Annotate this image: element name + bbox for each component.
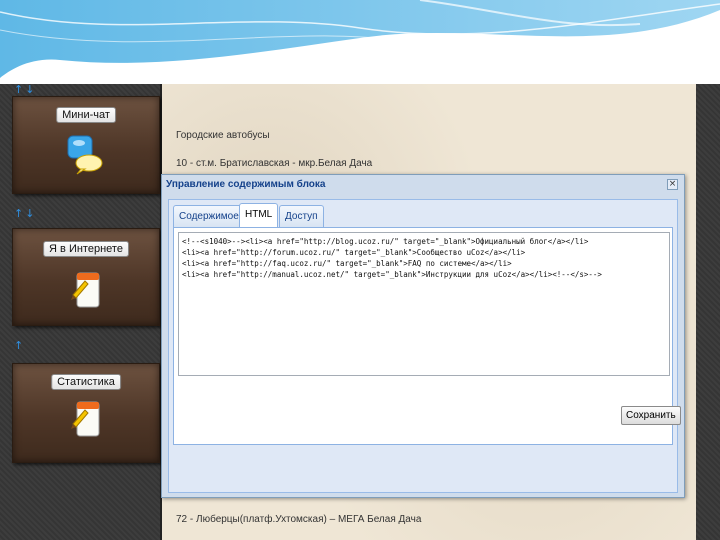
route-text: 72 - Люберцы(платф.Ухтомская) – МЕГА Бел… <box>176 514 422 525</box>
block-title: Статистика <box>51 374 121 390</box>
route-text: 10 - ст.м. Братиславская - мкр.Белая Дач… <box>176 158 373 169</box>
code-line: <li><a href="http://faq.ucoz.ru/" target… <box>182 259 512 268</box>
block-content-dialog[interactable]: Управление содержимым блока × Содержимое… <box>161 174 685 498</box>
block-title: Я в Интернете <box>43 241 129 257</box>
code-line: <li><a href="http://manual.ucoz.net/" ta… <box>182 270 602 279</box>
notepad-pencil-icon <box>71 272 100 308</box>
sidebar-block-internet[interactable]: Я в Интернете <box>12 228 160 326</box>
header-banner <box>0 0 720 84</box>
move-arrows-icon[interactable]: ↑↓ <box>14 208 36 219</box>
chat-bubbles-icon <box>67 135 103 175</box>
close-icon[interactable]: × <box>667 179 678 190</box>
tab-panel-html: <!--<s1040>--><li><a href="http://blog.u… <box>173 227 673 445</box>
html-code-editor[interactable]: <!--<s1040>--><li><a href="http://blog.u… <box>178 232 670 376</box>
code-line: <!--<s1040>--><li><a href="http://blog.u… <box>182 237 589 246</box>
block-title: Мини-чат <box>56 107 116 123</box>
right-border-strip <box>696 84 720 540</box>
move-arrows-icon[interactable]: ↑↓ <box>14 84 36 95</box>
sidebar-block-statistics[interactable]: Статистика <box>12 363 160 463</box>
tab-html[interactable]: HTML <box>239 203 279 227</box>
sidebar: ↑↓ Мини-чат ↑↓ Я в Интернете ↑ Статистик… <box>0 84 162 540</box>
move-arrows-icon[interactable]: ↑ <box>14 340 25 351</box>
dialog-title: Управление содержимым блока <box>166 179 326 190</box>
dialog-body: Содержимое HTML Доступ <!--<s1040>--><li… <box>168 199 681 493</box>
tab-content[interactable]: Содержимое <box>173 205 245 227</box>
notepad-pencil-icon <box>71 401 100 437</box>
content-heading: Городские автобусы <box>176 130 270 141</box>
code-line: <li><a href="http://forum.ucoz.ru/" targ… <box>182 248 526 257</box>
save-button[interactable]: Сохранить <box>621 406 681 425</box>
tab-access[interactable]: Доступ <box>279 205 324 227</box>
sidebar-block-minichat[interactable]: Мини-чат <box>12 96 160 194</box>
